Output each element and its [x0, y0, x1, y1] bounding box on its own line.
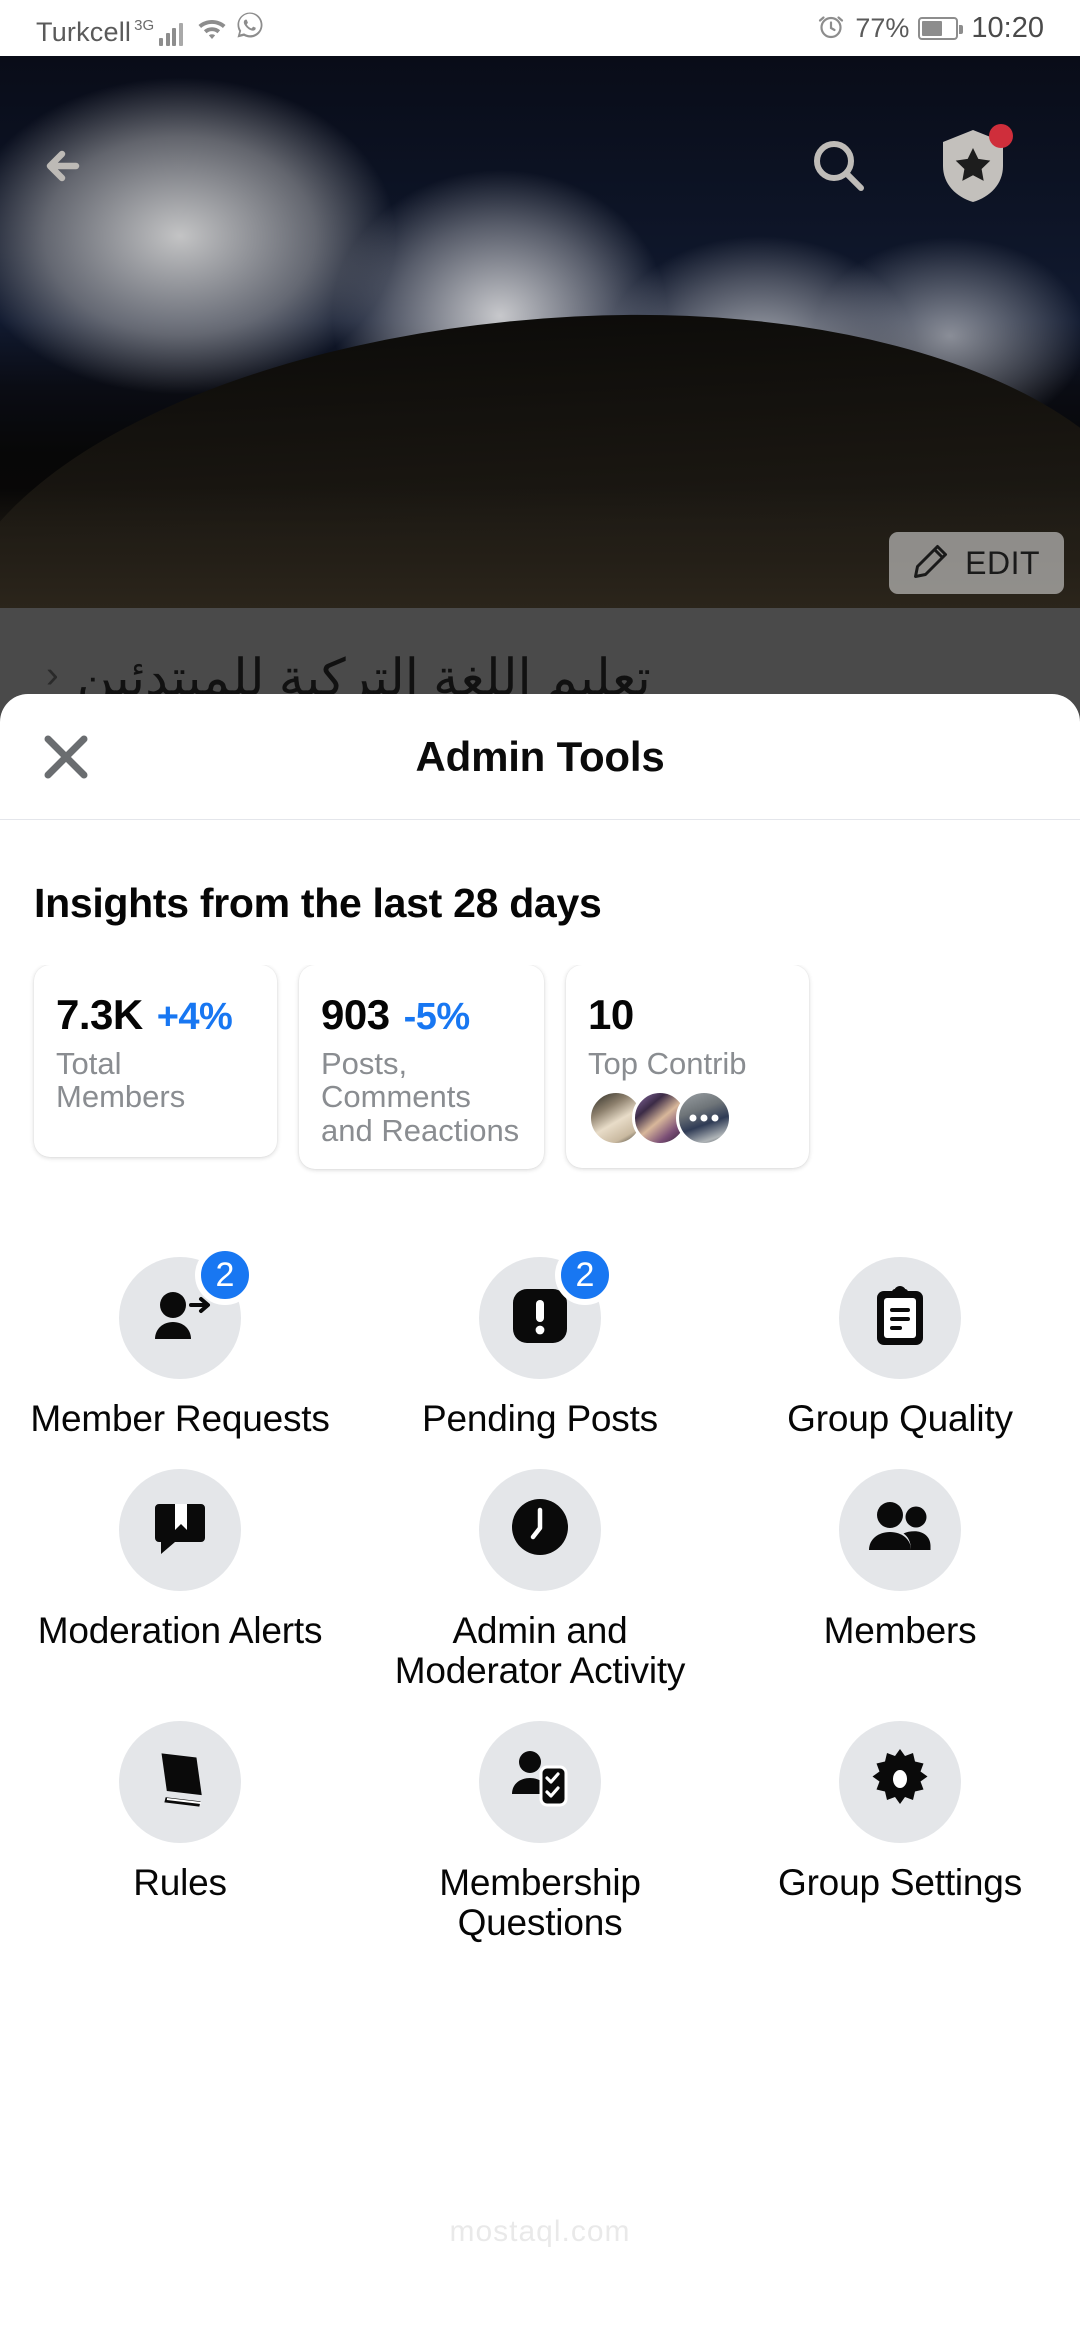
signal-bars-icon: [159, 22, 183, 46]
close-x-icon[interactable]: [34, 725, 98, 789]
insight-value: 903: [321, 991, 390, 1038]
tool-icon-wrap: [839, 1257, 961, 1379]
tool-moderation-alerts[interactable]: Moderation Alerts: [0, 1443, 360, 1691]
tool-label: Membership Questions: [439, 1861, 641, 1943]
insight-label: Posts, Comments and Reactions: [321, 1046, 520, 1148]
sheet-header: Admin Tools: [0, 694, 1080, 820]
tool-label: Members: [823, 1609, 977, 1651]
gear-icon: [868, 1747, 932, 1816]
tool-members[interactable]: Members: [720, 1443, 1080, 1691]
group-cover-photo[interactable]: EDIT: [0, 56, 1080, 608]
tool-pending-posts[interactable]: 2 Pending Posts: [360, 1231, 720, 1439]
insight-value: 7.3K: [56, 991, 143, 1038]
insights-card-row[interactable]: 7.3K +4% Total Members 903 -5% Posts, Co…: [0, 965, 1080, 1175]
status-bar-right: 77% 10:20: [816, 11, 1044, 46]
tool-label: Group Quality: [787, 1398, 1013, 1439]
insight-label: Top Contrib: [588, 1046, 747, 1081]
search-icon[interactable]: [805, 132, 873, 205]
tool-icon-wrap: [479, 1468, 601, 1591]
sheet-title: Admin Tools: [415, 732, 665, 780]
watermark: mostaql.com: [449, 2215, 631, 2248]
notification-dot: [989, 124, 1013, 148]
tool-label: Pending Posts: [421, 1398, 658, 1439]
insight-card-posts-comments-reactions[interactable]: 903 -5% Posts, Comments and Reactions: [299, 965, 544, 1170]
tool-admin-moderator-activity[interactable]: Admin and Moderator Activity: [360, 1443, 720, 1691]
exclamation-square-icon: [511, 1287, 569, 1350]
tool-icon-wrap: 2: [119, 1245, 255, 1379]
insight-label: Total Members: [56, 1046, 186, 1115]
tool-icon-wrap: [839, 1468, 961, 1591]
tool-label: Rules: [133, 1861, 227, 1903]
wifi-icon: [196, 14, 228, 45]
badge-count: 2: [195, 1245, 255, 1305]
shield-star-icon[interactable]: [935, 124, 1013, 211]
insight-delta: +4%: [156, 996, 233, 1038]
clock-time-label: 10:20: [971, 11, 1044, 44]
clock-icon: [509, 1496, 571, 1563]
battery-icon: [918, 16, 964, 40]
tool-icon-wrap: [479, 1720, 601, 1843]
pencil-icon: [913, 543, 949, 584]
alarm-icon: [816, 11, 846, 46]
carrier-label: Turkcell: [36, 16, 132, 47]
status-bar-left: Turkcell 3G: [36, 11, 265, 46]
people-icon: [865, 1498, 935, 1561]
admin-tools-grid: 2 Member Requests 2 Pending Posts Group …: [0, 1231, 1080, 1943]
person-checklist-icon: [508, 1748, 572, 1815]
insight-delta: -5%: [403, 996, 471, 1038]
clipboard-icon: [871, 1284, 929, 1353]
insight-value: 10: [588, 991, 634, 1038]
insights-heading: Insights from the last 28 days: [34, 880, 602, 926]
insight-card-top: 7.3K +4%: [56, 991, 255, 1039]
tool-rules[interactable]: Rules: [0, 1695, 360, 1943]
avatar: [676, 1090, 732, 1147]
insight-card-top-contributors[interactable]: 10 Top Contrib: [566, 965, 809, 1169]
book-icon: [151, 1747, 209, 1816]
edit-cover-label: EDIT: [965, 544, 1040, 581]
tool-label: Member Requests: [30, 1398, 330, 1439]
tool-icon-wrap: [119, 1468, 241, 1591]
tool-icon-wrap: [119, 1720, 241, 1843]
network-type-label: 3G: [134, 16, 155, 34]
edit-cover-button[interactable]: EDIT: [889, 532, 1064, 594]
bookmark-bubble-icon: [149, 1496, 211, 1563]
tool-label: Admin and Moderator Activity: [394, 1609, 686, 1691]
tool-icon-wrap: [839, 1720, 961, 1843]
insight-card-top: 903 -5%: [321, 991, 522, 1039]
battery-percent-label: 77%: [855, 12, 910, 43]
tool-member-requests[interactable]: 2 Member Requests: [0, 1231, 360, 1439]
status-bar: Turkcell 3G 77% 10:20: [0, 0, 1080, 56]
insight-card-total-members[interactable]: 7.3K +4% Total Members: [34, 965, 277, 1157]
tool-icon-wrap: 2: [479, 1245, 615, 1379]
insight-card-top: 10: [588, 991, 787, 1039]
badge-count: 2: [555, 1245, 615, 1305]
tool-membership-questions[interactable]: Membership Questions: [360, 1695, 720, 1943]
top-contributor-avatars: [588, 1090, 787, 1147]
tool-label: Group Settings: [777, 1861, 1022, 1903]
admin-tools-sheet: Admin Tools Insights from the last 28 da…: [0, 694, 1080, 2340]
tool-group-quality[interactable]: Group Quality: [720, 1231, 1080, 1439]
tool-group-settings[interactable]: Group Settings: [720, 1695, 1080, 1943]
tool-label: Moderation Alerts: [37, 1609, 323, 1651]
whatsapp-icon: [235, 10, 265, 45]
back-arrow-icon[interactable]: [34, 134, 98, 203]
